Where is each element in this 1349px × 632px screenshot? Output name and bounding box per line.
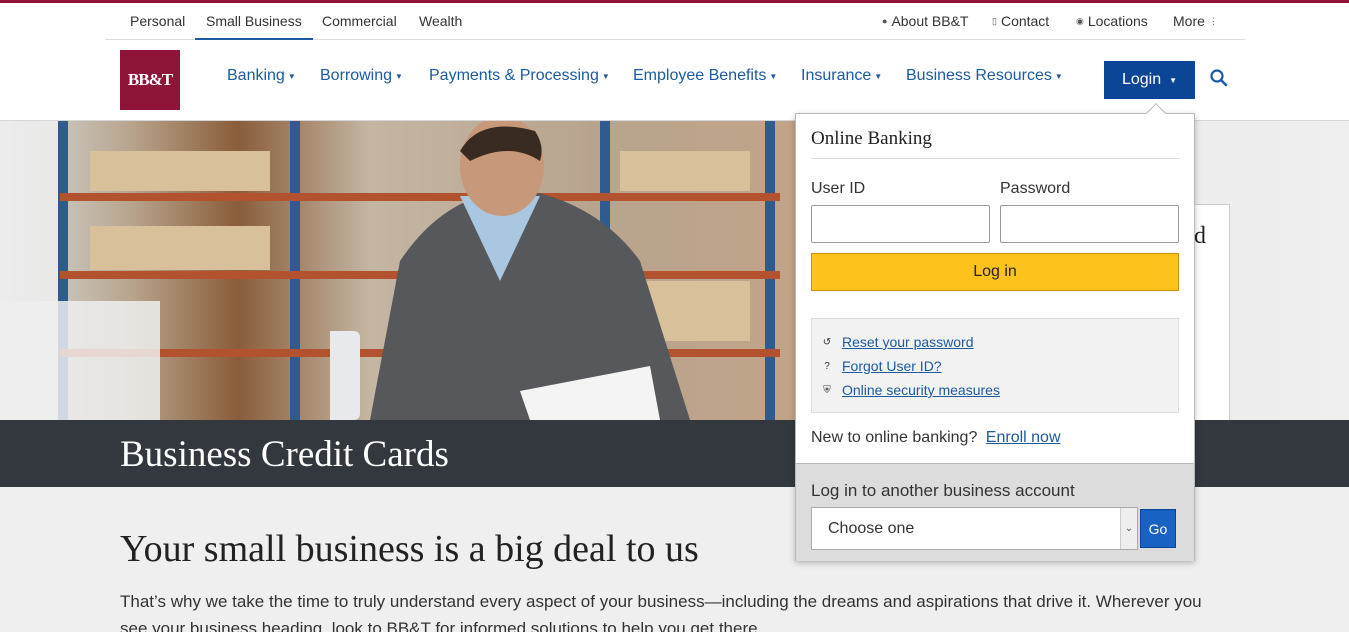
- other-account-label: Log in to another business account: [811, 481, 1075, 500]
- caret-down-icon: ▼: [874, 71, 883, 81]
- security-measures-link[interactable]: Online security measures: [842, 382, 1000, 398]
- enroll-row: New to online banking? Enroll now: [811, 429, 1061, 447]
- nav-borrowing-label: Borrowing: [320, 67, 393, 84]
- nav-insurance[interactable]: Insurance ▼: [801, 67, 882, 85]
- caret-down-icon: ▼: [395, 71, 403, 81]
- enroll-prompt: New to online banking?: [811, 429, 978, 446]
- account-select-value: Choose one: [828, 520, 915, 537]
- nav-employee-benefits[interactable]: Employee Benefits ▼: [633, 67, 777, 85]
- nav-business-resources-label: Business Resources: [906, 67, 1052, 84]
- caret-down-icon: ▼: [601, 71, 610, 81]
- password-input[interactable]: [1000, 205, 1179, 243]
- intro-paragraph: That’s why we take the time to truly und…: [120, 592, 1202, 632]
- caret-down-icon: ▼: [1169, 75, 1178, 85]
- reset-password-row: ↺ Reset your password: [822, 334, 974, 350]
- login-label: Login: [1121, 71, 1162, 88]
- user-id-input[interactable]: [811, 205, 990, 243]
- nav-banking[interactable]: Banking ▼: [227, 67, 296, 85]
- nav-payments[interactable]: Payments & Processing ▼: [429, 67, 610, 85]
- help-links: ↺ Reset your password ? Forgot User ID? …: [811, 318, 1179, 413]
- bbt-logo[interactable]: BB&T: [120, 50, 180, 110]
- reset-password-link[interactable]: Reset your password: [842, 334, 974, 350]
- feature-card: d: [1194, 204, 1230, 436]
- shield-icon: ⛨: [823, 384, 831, 396]
- user-id-label: User ID: [811, 180, 866, 197]
- locations-label: Locations: [1087, 13, 1148, 29]
- nav-payments-label: Payments & Processing: [429, 67, 599, 84]
- nav-insurance-label: Insurance: [801, 67, 872, 84]
- account-select[interactable]: Choose one ⌄: [811, 507, 1138, 550]
- segment-small-business[interactable]: Small Business: [195, 3, 313, 40]
- about-link[interactable]: ● About BB&T: [882, 3, 968, 40]
- caret-down-icon: ▼: [287, 71, 296, 81]
- more-label: More: [1173, 13, 1205, 29]
- segment-personal[interactable]: Personal: [130, 3, 185, 40]
- contact-link[interactable]: ▯ Contact: [992, 3, 1049, 40]
- logo-text: BB&T: [127, 70, 173, 89]
- segment-commercial[interactable]: Commercial: [322, 3, 397, 40]
- utility-nav: Personal Small Business Commercial Wealt…: [105, 3, 1245, 40]
- online-banking-title: Online Banking: [811, 128, 1180, 159]
- login-dropdown: Online Banking User ID Password Log in ↺…: [795, 103, 1195, 561]
- security-measures-row: ⛨ Online security measures: [822, 382, 1000, 398]
- caret-down-icon: ▼: [769, 71, 778, 81]
- locations-link[interactable]: ◉ Locations: [1076, 3, 1148, 40]
- feature-card-text: d: [1194, 223, 1206, 249]
- page-title: Business Credit Cards: [120, 434, 449, 475]
- search-icon[interactable]: [1209, 68, 1229, 88]
- segment-wealth[interactable]: Wealth: [419, 3, 462, 40]
- forgot-user-id-link[interactable]: Forgot User ID?: [842, 358, 942, 374]
- login-button[interactable]: Login ▼: [1104, 61, 1195, 99]
- password-label: Password: [1000, 180, 1071, 197]
- nav-employee-benefits-label: Employee Benefits: [633, 67, 767, 84]
- contact-label: Contact: [1000, 13, 1050, 29]
- caret-down-icon: ▼: [1054, 71, 1063, 81]
- forgot-user-id-row: ? Forgot User ID?: [822, 358, 942, 374]
- chevron-down-icon: ⌄: [1120, 508, 1137, 549]
- other-account-section: Log in to another business account Choos…: [796, 463, 1194, 561]
- more-link[interactable]: More ⋮: [1173, 3, 1218, 40]
- more-vertical-icon: ⋮: [1208, 16, 1218, 26]
- enroll-now-link[interactable]: Enroll now: [986, 429, 1061, 446]
- question-icon: ?: [824, 360, 830, 372]
- nav-banking-label: Banking: [227, 67, 285, 84]
- section-heading: Your small business is a big deal to us: [120, 528, 699, 570]
- nav-business-resources[interactable]: Business Resources ▼: [906, 67, 1063, 85]
- phone-icon: ▯: [992, 16, 997, 26]
- go-button[interactable]: Go: [1140, 509, 1176, 548]
- about-label: About BB&T: [891, 13, 969, 29]
- refresh-icon: ↺: [822, 336, 832, 348]
- map-pin-icon: ◉: [1076, 16, 1084, 26]
- nav-borrowing[interactable]: Borrowing ▼: [320, 67, 403, 85]
- log-in-button[interactable]: Log in: [811, 253, 1179, 291]
- person-icon: ●: [882, 16, 888, 26]
